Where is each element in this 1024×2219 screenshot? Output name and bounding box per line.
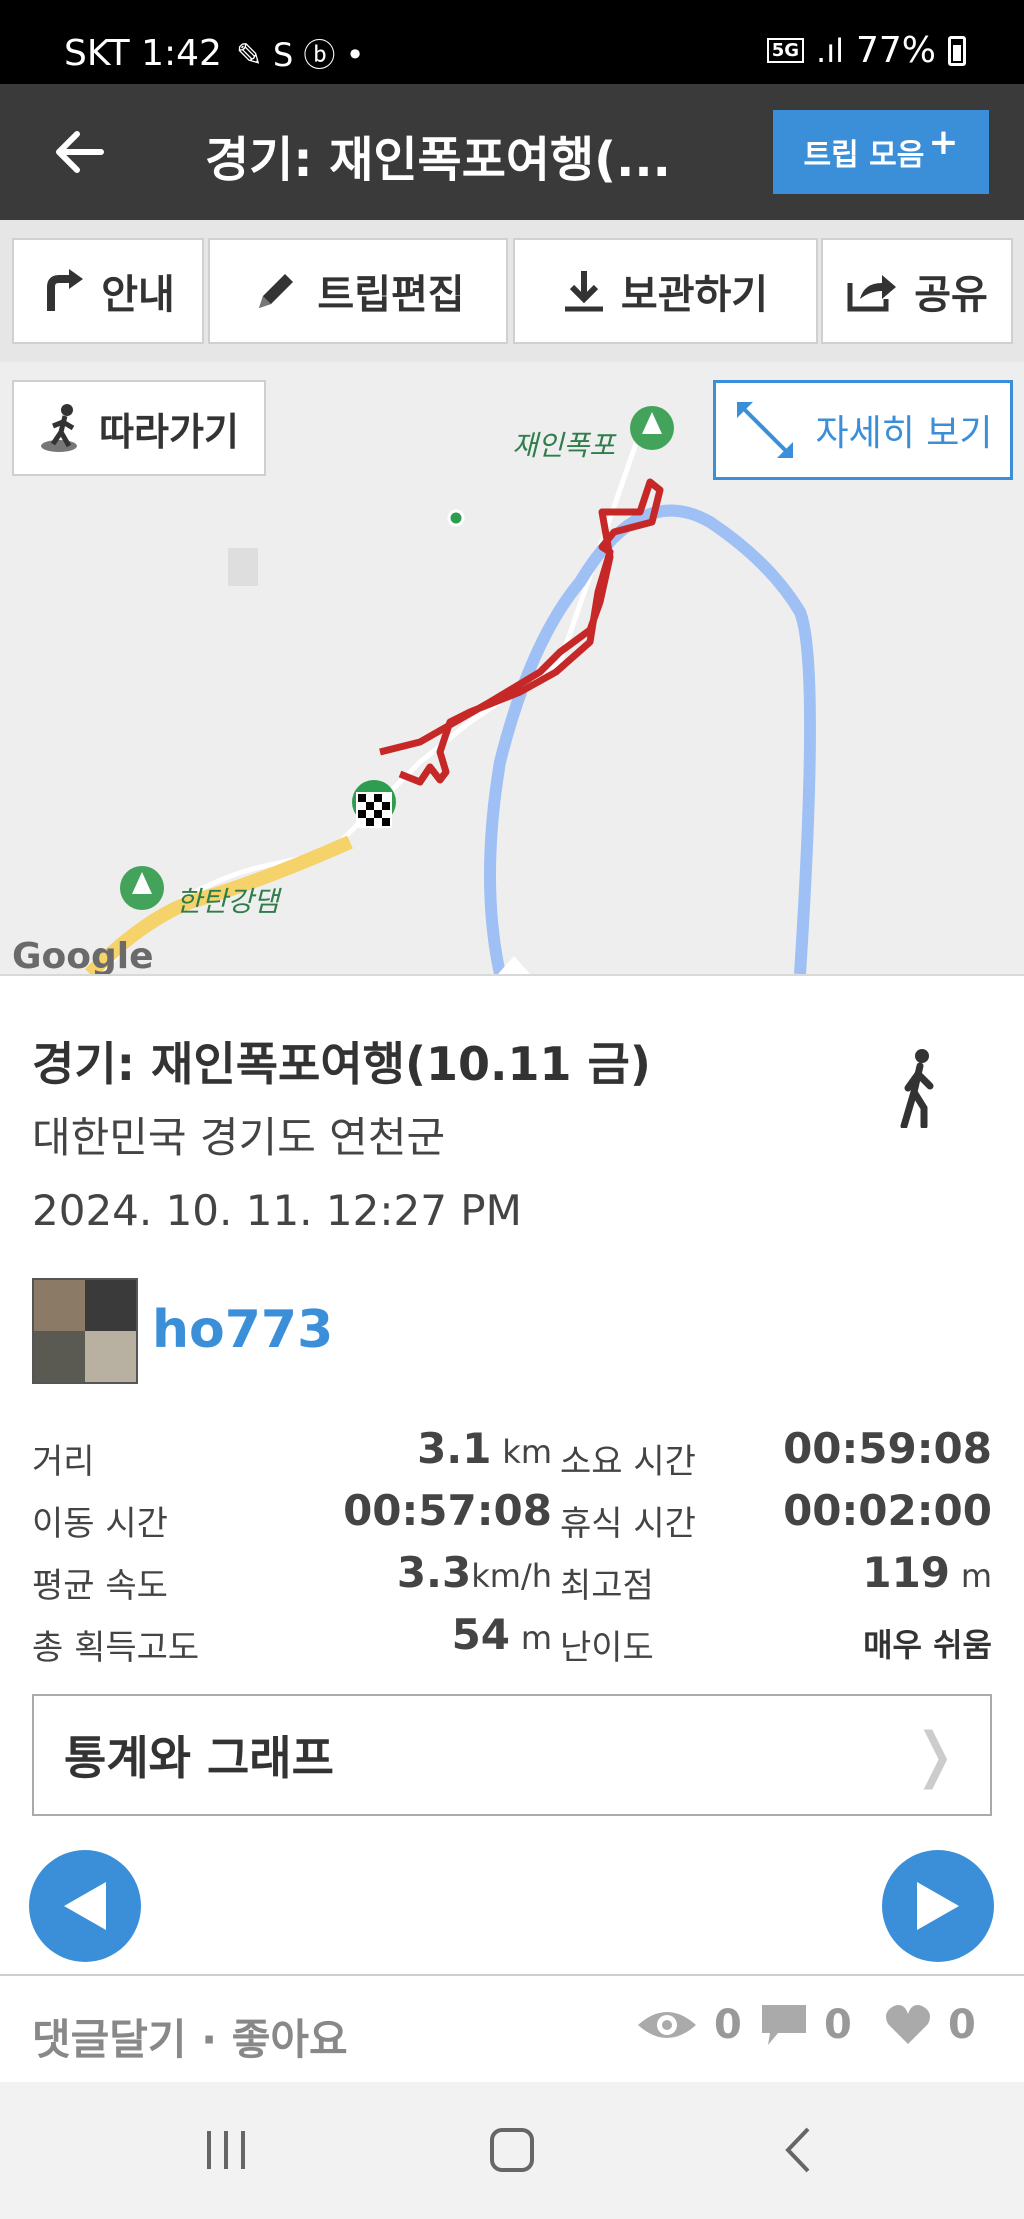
- back-button[interactable]: [44, 120, 114, 184]
- likes-count[interactable]: 0: [884, 2002, 976, 2048]
- save-button[interactable]: 보관하기: [513, 238, 818, 344]
- network-badge: 5G: [766, 38, 805, 63]
- share-icon: [847, 275, 897, 312]
- recent-apps-button[interactable]: [196, 2120, 256, 2180]
- system-navigation-bar: [0, 2082, 1024, 2219]
- carrier-time: SKT 1:42: [64, 32, 222, 74]
- guide-button[interactable]: 안내: [12, 238, 204, 344]
- battery-percent: 77%: [855, 30, 936, 71]
- trip-collection-button[interactable]: 트립 모음 +: [773, 110, 989, 194]
- battery-icon: [948, 35, 966, 66]
- avatar[interactable]: [32, 1278, 138, 1384]
- follow-label: 따라가기: [99, 409, 239, 454]
- recent-apps-icon: [207, 2131, 245, 2169]
- back-arrow-icon: [56, 131, 104, 173]
- triangle-left-icon: [64, 1882, 106, 1930]
- comment-icon: [762, 2005, 806, 2045]
- stat-row: 거리 3.1 km 소요 시간 00:59:08: [32, 1422, 992, 1484]
- trip-stats: 거리 3.1 km 소요 시간 00:59:08 이동 시간 00:57:08 …: [32, 1422, 992, 1670]
- trip-info-panel: 경기: 재인폭포여행(10.11 금) 대한민국 경기도 연천군 2024. 1…: [0, 974, 1024, 1974]
- notification-icons: ✎ Ѕ ⓑ •: [235, 36, 365, 74]
- share-label: 공유: [914, 272, 988, 318]
- stats-graph-button[interactable]: 통계와 그래프 ❭: [32, 1694, 992, 1816]
- home-button[interactable]: [482, 2120, 542, 2180]
- river-path: [484, 504, 816, 974]
- previous-trip-button[interactable]: [29, 1850, 141, 1962]
- guide-label: 안내: [101, 272, 175, 318]
- next-trip-button[interactable]: [882, 1850, 994, 1962]
- plus-icon: +: [928, 121, 959, 163]
- avg-speed-label: 평균 속도: [32, 1566, 168, 1606]
- walking-icon: [900, 1049, 934, 1128]
- distance-value: 3.1 km: [417, 1424, 552, 1473]
- detail-view-label: 자세히 보기: [815, 413, 993, 454]
- map-view[interactable]: 따라가기 자세히 보기 재인폭포 한탄강댐 Google: [0, 362, 1024, 974]
- views-value: 0: [714, 2002, 742, 2048]
- detail-view-button[interactable]: 자세히 보기: [713, 380, 1013, 480]
- likes-value: 0: [948, 2002, 976, 2048]
- poi-label-dam[interactable]: 한탄강댐: [176, 880, 279, 920]
- comments-value: 0: [824, 2002, 852, 2048]
- page-title: 경기: 재인폭포여행(...: [205, 132, 671, 188]
- social-footer: 댓글달기 · 좋아요 0 0 0: [0, 1974, 1024, 2082]
- rest-time-label: 휴식 시간: [560, 1504, 696, 1544]
- pencil-icon: [259, 274, 294, 308]
- app-header: 경기: 재인폭포여행(... 트립 모음 +: [0, 84, 1024, 220]
- hiker-icon: [41, 404, 78, 452]
- elevation-gain-value: 54 m: [451, 1610, 552, 1659]
- stat-row: 총 획득고도 54 m 난이도 매우 쉬움: [32, 1608, 992, 1670]
- chevron-right-icon: ❭: [909, 1720, 960, 1790]
- elevation-gain-label: 총 획득고도: [32, 1628, 200, 1668]
- poi-label-waterfall[interactable]: 재인폭포: [512, 424, 615, 464]
- triangle-right-icon: [917, 1882, 959, 1930]
- avg-speed-value: 3.3km/h: [396, 1548, 552, 1597]
- comments-count[interactable]: 0: [760, 2002, 852, 2048]
- edit-trip-label: 트립편집: [317, 272, 465, 318]
- rest-time-value: 00:02:00: [783, 1486, 992, 1535]
- views-count: 0: [636, 2002, 742, 2048]
- chevron-left-icon: [785, 2127, 810, 2173]
- duration-value: 00:59:08: [783, 1424, 992, 1473]
- max-altitude-label: 최고점: [560, 1566, 654, 1606]
- action-toolbar: 안내 트립편집 보관하기 공유: [0, 220, 1024, 362]
- moving-time-label: 이동 시간: [32, 1504, 168, 1544]
- google-logo: Google: [12, 936, 154, 974]
- trip-datetime: 2024. 10. 11. 12:27 PM: [32, 1186, 522, 1235]
- save-label: 보관하기: [620, 272, 769, 318]
- download-icon: [564, 271, 603, 312]
- trip-title: 경기: 재인폭포여행(10.11 금): [32, 1037, 651, 1091]
- trip-location: 대한민국 경기도 연천군: [32, 1113, 446, 1162]
- turn-arrow-icon: [47, 269, 84, 311]
- max-altitude-value: 119 m: [862, 1548, 992, 1597]
- share-button[interactable]: 공유: [821, 238, 1013, 344]
- stat-row: 이동 시간 00:57:08 휴식 시간 00:02:00: [32, 1484, 992, 1546]
- edit-trip-button[interactable]: 트립편집: [208, 238, 508, 344]
- username-link[interactable]: ho773: [152, 1300, 333, 1360]
- heart-icon: [886, 2005, 930, 2044]
- home-icon: [490, 2128, 534, 2172]
- dam-pin: [120, 866, 164, 910]
- follow-button[interactable]: 따라가기: [12, 380, 266, 476]
- stats-graph-label: 통계와 그래프: [64, 1731, 334, 1785]
- comment-like-link[interactable]: 댓글달기 · 좋아요: [32, 2006, 348, 2067]
- signal-icon: .ıl: [816, 31, 844, 70]
- eye-icon: [638, 2012, 696, 2038]
- difficulty-label: 난이도: [560, 1628, 654, 1668]
- system-back-button[interactable]: [768, 2120, 828, 2180]
- moving-time-value: 00:57:08: [343, 1486, 552, 1535]
- duration-label: 소요 시간: [560, 1442, 696, 1482]
- trip-collection-label: 트립 모음: [803, 138, 925, 173]
- stat-row: 평균 속도 3.3km/h 최고점 119 m: [32, 1546, 992, 1608]
- expand-icon: [737, 402, 794, 458]
- difficulty-value: 매우 쉬움: [863, 1626, 992, 1664]
- distance-label: 거리: [32, 1442, 95, 1482]
- waterfall-pin: [630, 406, 674, 450]
- status-bar: SKT 1:42 ✎ Ѕ ⓑ • 5G .ıl 77%: [0, 0, 1024, 84]
